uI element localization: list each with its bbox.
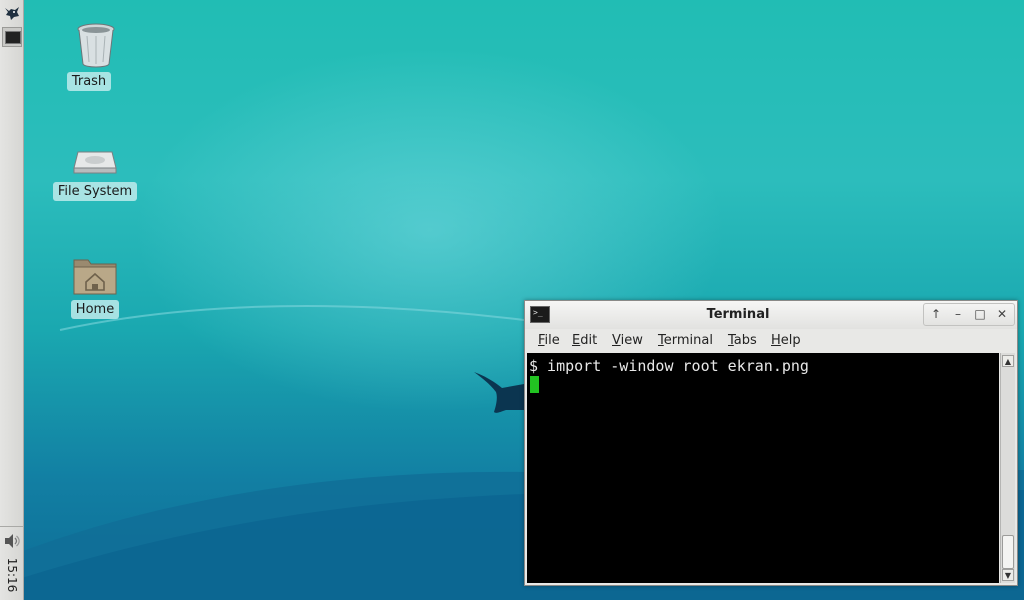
drive-icon: [73, 151, 117, 174]
terminal-screen[interactable]: $ import -window root ekran.png: [527, 353, 999, 583]
terminal-menubar: File Edit View Terminal Tabs Help: [525, 330, 1017, 352]
taskbar-terminal-button[interactable]: [2, 27, 22, 47]
terminal-scrollbar[interactable]: ▲ ▼: [1000, 353, 1015, 583]
terminal-cursor: [530, 376, 539, 393]
desktop-icon-label: Trash: [66, 72, 112, 91]
scroll-down-icon[interactable]: ▼: [1002, 569, 1014, 581]
desktop: 15:16 Trash File System Home >_ Terminal…: [0, 0, 1024, 600]
close-icon[interactable]: ✕: [992, 305, 1012, 324]
terminal-icon: [5, 31, 21, 44]
minimize-icon[interactable]: –: [948, 305, 968, 324]
scroll-up-icon[interactable]: ▲: [1002, 355, 1014, 367]
side-panel: 15:16: [0, 0, 24, 600]
window-title: Terminal: [706, 307, 770, 322]
menu-file[interactable]: File: [538, 333, 560, 348]
desktop-icon-trash[interactable]: Trash: [66, 22, 122, 91]
desktop-icon-label: Home: [70, 300, 120, 319]
menu-view[interactable]: View: [612, 333, 643, 348]
panel-separator: [0, 526, 24, 527]
home-folder-icon: [73, 259, 117, 295]
menu-help[interactable]: Help: [771, 333, 801, 348]
scrollbar-thumb[interactable]: [1002, 535, 1014, 569]
trash-icon: [77, 23, 115, 68]
menu-terminal[interactable]: Terminal: [658, 333, 713, 348]
desktop-icon-label: File System: [52, 182, 138, 201]
terminal-window[interactable]: >_ Terminal ↑ – □ ✕ File Edit View Termi…: [524, 300, 1018, 586]
wallpaper-mouse-icon: [474, 372, 524, 413]
xfce-mouse-icon[interactable]: [3, 4, 21, 22]
desktop-icon-file-system[interactable]: File System: [50, 142, 140, 201]
shade-up-icon[interactable]: ↑: [926, 305, 946, 324]
speaker-icon[interactable]: [3, 533, 21, 549]
menu-tabs[interactable]: Tabs: [728, 333, 757, 348]
window-controls: ↑ – □ ✕: [923, 303, 1015, 326]
terminal-output-line: $ import -window root ekran.png: [529, 357, 809, 375]
desktop-icon-home[interactable]: Home: [64, 254, 126, 319]
menu-edit[interactable]: Edit: [572, 333, 597, 348]
panel-clock[interactable]: 15:16: [5, 555, 19, 595]
terminal-titlebar[interactable]: >_ Terminal ↑ – □ ✕: [525, 301, 1017, 329]
maximize-icon[interactable]: □: [970, 305, 990, 324]
